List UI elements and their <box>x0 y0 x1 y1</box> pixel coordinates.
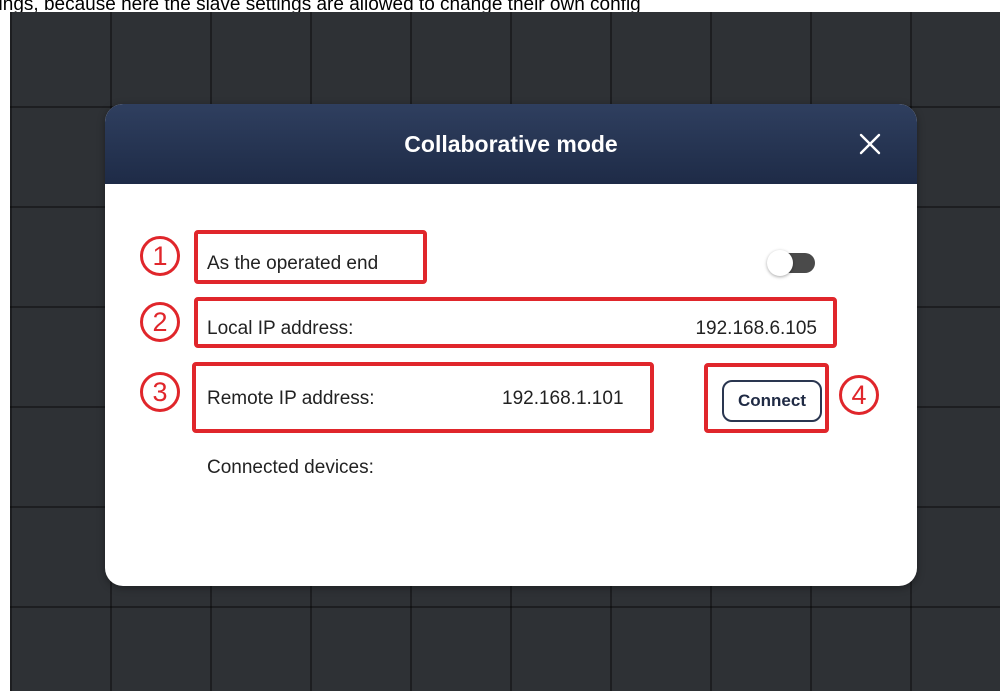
toggle-knob <box>767 250 793 276</box>
highlight-box-connect <box>704 363 829 433</box>
close-icon[interactable] <box>859 133 881 155</box>
highlight-box-local-ip <box>194 297 837 348</box>
highlight-box-operated-end <box>194 230 427 284</box>
dialog-header: Collaborative mode <box>105 104 917 184</box>
operated-end-toggle[interactable] <box>767 250 817 276</box>
marker-2: 2 <box>140 302 180 342</box>
marker-4: 4 <box>839 375 879 415</box>
dialog-title: Collaborative mode <box>404 131 618 157</box>
connected-devices-label: Connected devices: <box>207 457 374 478</box>
marker-1: 1 <box>140 236 180 276</box>
marker-3: 3 <box>140 372 180 412</box>
app-background: Collaborative mode As the operated end L… <box>10 12 1000 691</box>
highlight-box-remote-ip <box>192 362 654 433</box>
